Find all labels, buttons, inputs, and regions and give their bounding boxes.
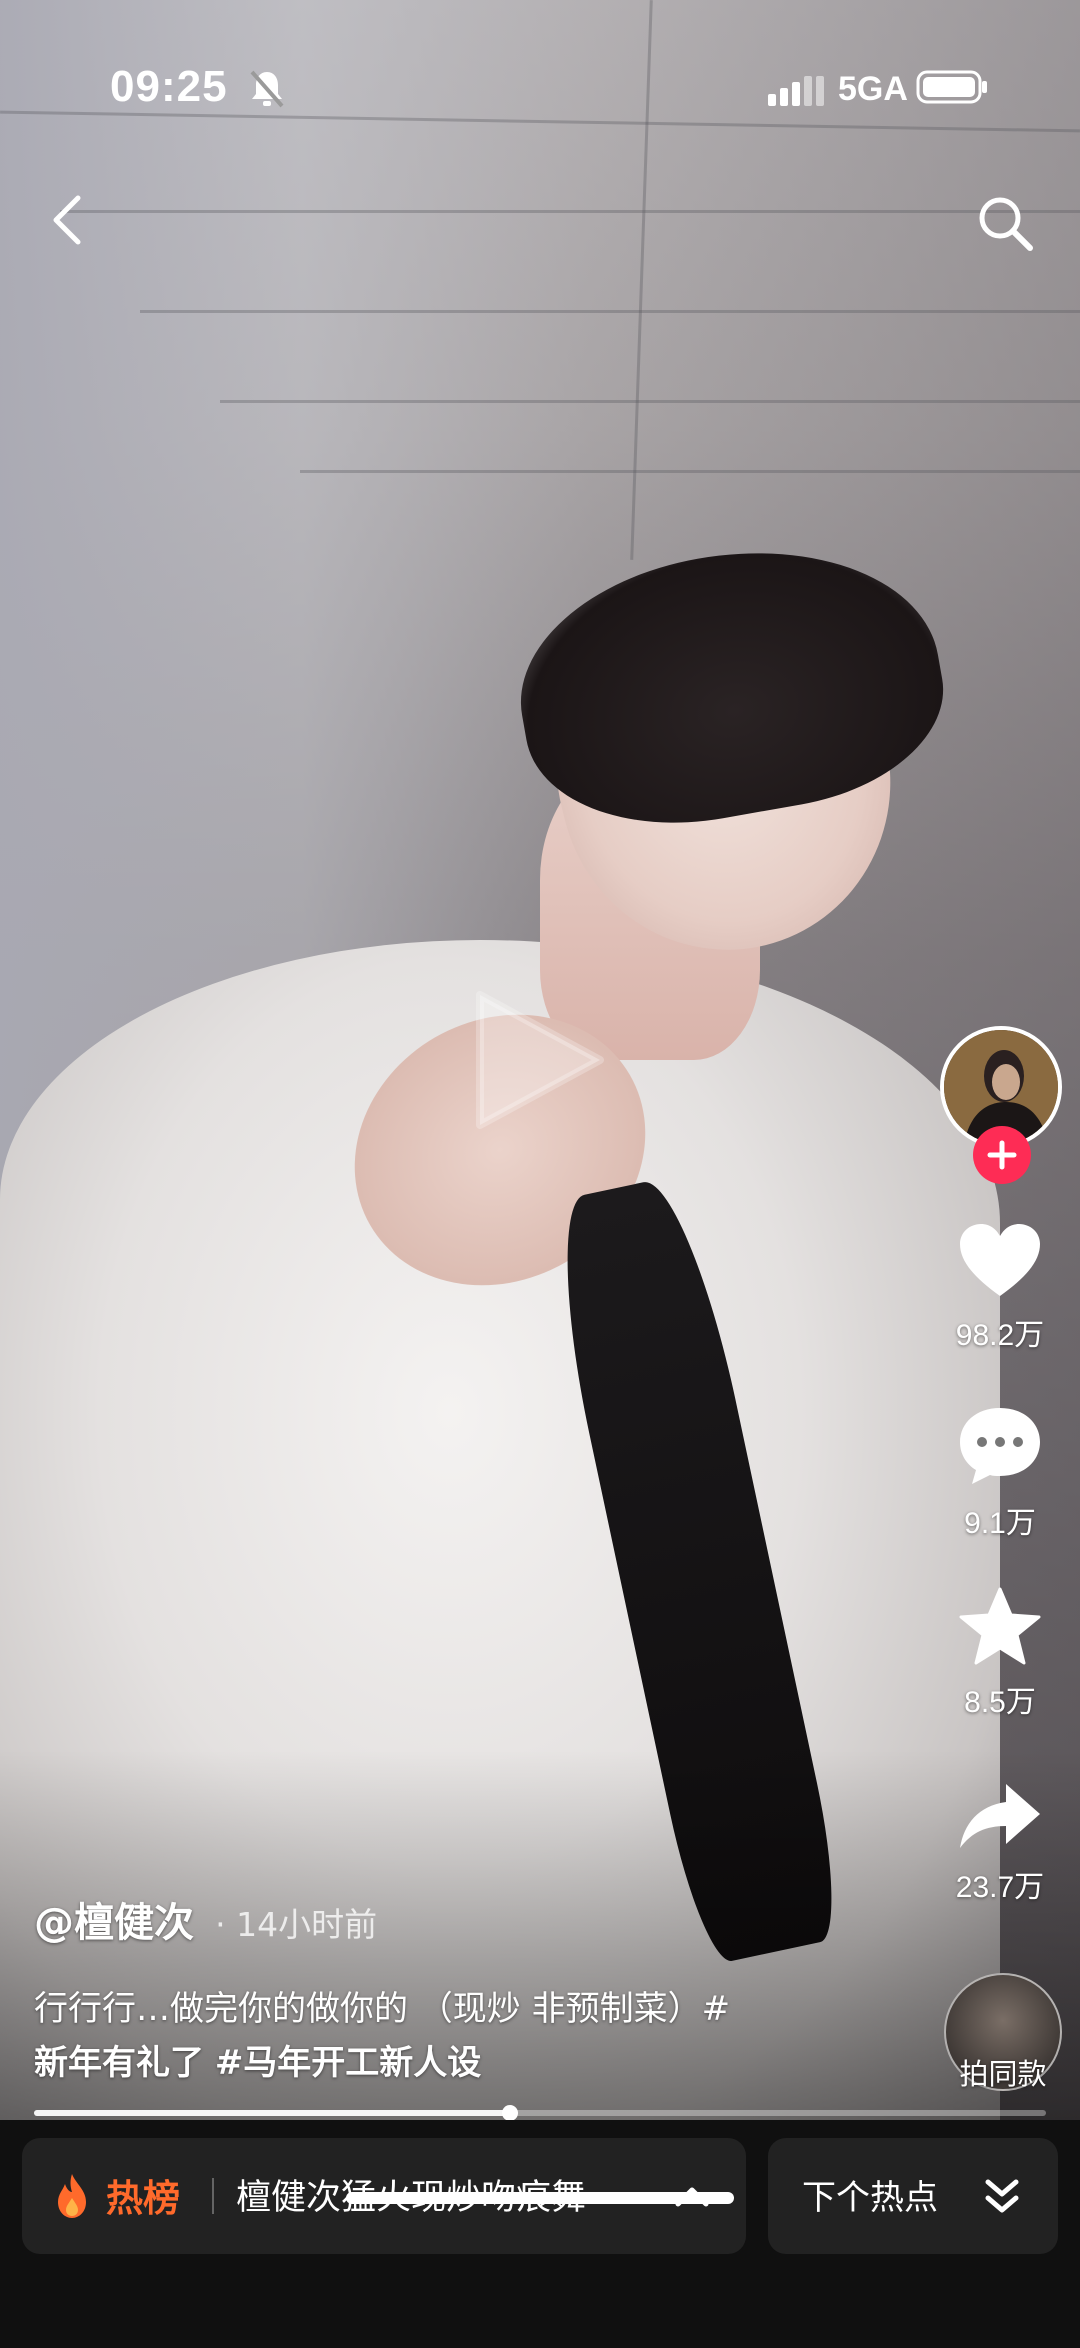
video-feed-screen: 09:25 5GA 98.2万 9.1万 8.5万 23.7万 拍同款 @檀健次… <box>0 0 1080 2348</box>
share-count: 23.7万 <box>955 1871 1045 1904</box>
video-progress-bar[interactable] <box>34 2105 1046 2121</box>
video-progress-fill <box>34 2110 510 2116</box>
plus-icon <box>987 1140 1017 1170</box>
same-style-label: 拍同款 <box>959 2057 1047 2091</box>
signal-icon <box>768 76 824 106</box>
back-icon <box>53 195 81 245</box>
follow-button[interactable] <box>973 1126 1031 1184</box>
hashtag-1[interactable]: 新年有礼了 <box>34 2043 204 2083</box>
like-count: 98.2万 <box>955 1319 1045 1352</box>
flame-icon <box>58 2174 86 2218</box>
home-indicator[interactable] <box>346 2192 734 2204</box>
video-caption[interactable]: 行行行…做完你的做你的 （现炒 非预制菜）# 新年有礼了 #马年开工新人设 <box>34 1982 914 2090</box>
caption-line-1: 行行行…做完你的做你的 （现炒 非预制菜）# <box>34 1989 731 2029</box>
video-progress-handle[interactable] <box>501 2105 518 2121</box>
author-row: @檀健次 · 14小时前 <box>34 1890 377 1948</box>
hot-list-label: 热榜 <box>106 2177 180 2220</box>
share-button[interactable]: 23.7万 <box>930 1780 1070 1906</box>
hot-list-divider <box>212 2178 214 2214</box>
author-name[interactable]: @檀健次 <box>34 1900 194 1946</box>
hashtag-2[interactable]: #马年开工新人设 <box>215 2043 482 2083</box>
caption-line-2: 新年有礼了 #马年开工新人设 <box>34 2036 914 2090</box>
share-icon <box>960 1784 1040 1848</box>
play-icon[interactable] <box>450 975 620 1145</box>
like-button[interactable]: 98.2万 <box>930 1220 1070 1354</box>
post-time: · 14小时前 <box>215 1905 378 1944</box>
favorite-count: 8.5万 <box>964 1686 1036 1719</box>
network-label: 5GA <box>838 70 908 108</box>
search-button[interactable] <box>970 188 1040 258</box>
search-icon <box>979 197 1033 251</box>
status-time: 09:25 <box>110 62 228 111</box>
star-icon <box>959 1587 1041 1665</box>
battery-icon <box>916 70 987 104</box>
status-bar: 09:25 5GA <box>0 0 1080 170</box>
comment-count: 9.1万 <box>964 1507 1036 1540</box>
comment-icon <box>960 1408 1040 1484</box>
heart-icon <box>960 1224 1040 1296</box>
bottom-bar: 热榜 檀健次猛火现炒吻痕舞 下个热点 <box>0 2120 1080 2348</box>
favorite-button[interactable]: 8.5万 <box>930 1585 1070 1721</box>
comment-button[interactable]: 9.1万 <box>930 1404 1070 1542</box>
back-button[interactable] <box>36 188 100 252</box>
mute-icon <box>250 70 284 108</box>
double-chevron-down-icon <box>985 2179 1019 2213</box>
same-style-button[interactable]: 拍同款 <box>938 1973 1068 2091</box>
next-hot-label: 下个热点 <box>802 2178 938 2218</box>
next-hot-button[interactable]: 下个热点 <box>768 2138 1058 2254</box>
